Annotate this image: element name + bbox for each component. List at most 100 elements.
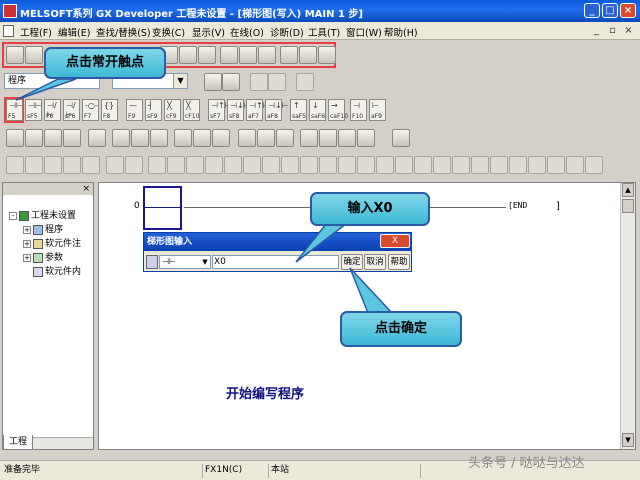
transfer-icon[interactable] <box>44 129 62 147</box>
sfc-saf8-icon[interactable] <box>471 156 489 174</box>
comment-icon[interactable] <box>318 46 336 64</box>
read-mode-icon[interactable] <box>250 73 268 91</box>
expand-icon[interactable]: + <box>23 225 31 234</box>
key-vline-draw[interactable]: ⊢ aF9 <box>369 99 386 121</box>
compare-icon[interactable] <box>276 129 294 147</box>
monitor-icon[interactable] <box>179 46 197 64</box>
table-icon[interactable] <box>174 129 192 147</box>
monitor-write-icon[interactable] <box>198 46 216 64</box>
menu-online[interactable]: 在线(O) <box>230 25 264 39</box>
menu-diagnose[interactable]: 诊断(D) <box>270 25 304 39</box>
scroll-down-icon[interactable]: ▼ <box>622 433 634 447</box>
expand-icon[interactable]: + <box>23 239 31 248</box>
sfc-sf6-icon[interactable] <box>262 156 280 174</box>
mdi-close-button[interactable]: × <box>622 25 635 38</box>
sfc-sf5-icon[interactable] <box>243 156 261 174</box>
sfc-end-icon[interactable] <box>82 156 100 174</box>
menu-tools[interactable]: 工具(T) <box>308 25 340 39</box>
sfc-af7-icon[interactable] <box>376 156 394 174</box>
scroll-thumb[interactable] <box>622 199 634 213</box>
sfc-saf9-icon[interactable] <box>490 156 508 174</box>
sfc-delete-icon[interactable] <box>585 156 603 174</box>
key-falling-pulse[interactable]: ⊣↓⊢ sF8 <box>227 99 251 121</box>
key-delete-hline[interactable]: ╳ cF9 <box>164 99 181 121</box>
chart-icon[interactable] <box>112 129 130 147</box>
sfc-f9-icon[interactable] <box>224 156 242 174</box>
key-rising-pulse[interactable]: ⊣↑⊢ sF7 <box>208 99 232 121</box>
sfc-saf5-icon[interactable] <box>414 156 432 174</box>
key-invert[interactable]: → caF10 <box>328 99 348 121</box>
sfc-transition-icon[interactable] <box>25 156 43 174</box>
sfc-af8-icon[interactable] <box>395 156 413 174</box>
mdi-restore-button[interactable]: ▫ <box>606 25 619 38</box>
dialog-close-button[interactable]: X <box>380 234 410 248</box>
panel-close-icon[interactable]: × <box>82 184 90 194</box>
window-icon[interactable] <box>392 129 410 147</box>
tree-item-parameter[interactable]: + 参数 <box>23 250 63 263</box>
zoom-out-icon[interactable] <box>299 46 317 64</box>
monitor-mode-icon[interactable] <box>296 73 314 91</box>
link-icon[interactable] <box>25 129 43 147</box>
step-icon[interactable] <box>357 129 375 147</box>
key-no-contact[interactable]: ⊣⊢ F5 <box>6 99 23 121</box>
open-icon[interactable] <box>25 46 43 64</box>
sfc-caf9-icon[interactable] <box>509 156 527 174</box>
symbol-type-select[interactable]: ⊣⊢ ▼ <box>159 255 211 269</box>
sfc-cf8-icon[interactable] <box>566 156 584 174</box>
tool-icon[interactable] <box>131 129 149 147</box>
key-parallel-falling[interactable]: ⊣↓⊢ aF8 <box>265 99 289 121</box>
key-nc-contact[interactable]: ⊣/⊢ F6 <box>44 99 61 121</box>
key-delete-vline[interactable]: ╳ cF10 <box>183 99 200 121</box>
sfc-aF9-icon[interactable] <box>528 156 546 174</box>
tree-item-program[interactable]: + 程序 <box>23 222 63 235</box>
new-icon[interactable] <box>6 46 24 64</box>
sfc-caf10-icon[interactable] <box>547 156 565 174</box>
tree-item-device-memory[interactable]: 软元件内 <box>33 264 81 277</box>
key-instruction[interactable]: {} F8 <box>101 99 118 121</box>
sfc-f8-icon[interactable] <box>205 156 223 174</box>
sfc-sf8-icon[interactable] <box>300 156 318 174</box>
setup-icon[interactable] <box>63 129 81 147</box>
sfc-saf6-icon[interactable] <box>433 156 451 174</box>
key-op-falling[interactable]: ↓ saF6 <box>309 99 326 121</box>
collapse-icon[interactable]: - <box>9 211 17 220</box>
find-icon[interactable] <box>258 46 276 64</box>
sfc-f5-icon[interactable] <box>148 156 166 174</box>
key-parallel-rising[interactable]: ⊣↑⊢ aF7 <box>246 99 270 121</box>
close-button[interactable]: × <box>620 3 636 18</box>
menu-help[interactable]: 帮助(H) <box>384 25 418 39</box>
ok-button[interactable]: 确定 <box>341 254 363 270</box>
menu-convert[interactable]: 变换(C) <box>152 25 185 39</box>
tree-item-device-comment[interactable]: + 软元件注 <box>23 236 81 249</box>
menu-edit[interactable]: 编辑(E) <box>58 25 90 39</box>
sfc-cf10-icon[interactable] <box>357 156 375 174</box>
instruction-input[interactable]: X0 <box>212 255 339 269</box>
sfc-sf7-icon[interactable] <box>281 156 299 174</box>
key-parallel-nc-contact[interactable]: ⊣/⊢ sF6 <box>63 99 80 121</box>
tree-root[interactable]: - 工程未设置 <box>9 208 76 221</box>
cancel-button[interactable]: 取消 <box>364 254 386 270</box>
scroll-up-icon[interactable]: ▲ <box>622 183 634 197</box>
key-hline[interactable]: — F9 <box>126 99 143 121</box>
panel-grip[interactable]: × <box>3 183 93 195</box>
device-read-icon[interactable] <box>239 46 257 64</box>
sfc-sf9-icon[interactable] <box>319 156 337 174</box>
sfc-select-icon[interactable] <box>106 156 124 174</box>
sfc-f6-icon[interactable] <box>167 156 185 174</box>
expand-icon[interactable]: + <box>23 253 31 262</box>
mdi-minimize-button[interactable]: _ <box>590 25 603 38</box>
simulate-icon[interactable] <box>319 129 337 147</box>
zoom-in-icon[interactable] <box>280 46 298 64</box>
sfc-branch-icon[interactable] <box>44 156 62 174</box>
key-op-rising[interactable]: ↑ saF5 <box>290 99 307 121</box>
editor-vscrollbar[interactable]: ▲ ▼ <box>620 183 635 449</box>
sfc-saf7-icon[interactable] <box>452 156 470 174</box>
write-icon[interactable] <box>238 129 256 147</box>
key-coil[interactable]: -○- F7 <box>82 99 99 121</box>
menu-project[interactable]: 工程(F) <box>20 25 52 39</box>
menu-window[interactable]: 窗口(W) <box>346 25 382 39</box>
sfc-f7-icon[interactable] <box>186 156 204 174</box>
minimize-button[interactable]: _ <box>584 3 600 18</box>
stop-icon[interactable] <box>338 129 356 147</box>
sfc-step-icon[interactable] <box>6 156 24 174</box>
